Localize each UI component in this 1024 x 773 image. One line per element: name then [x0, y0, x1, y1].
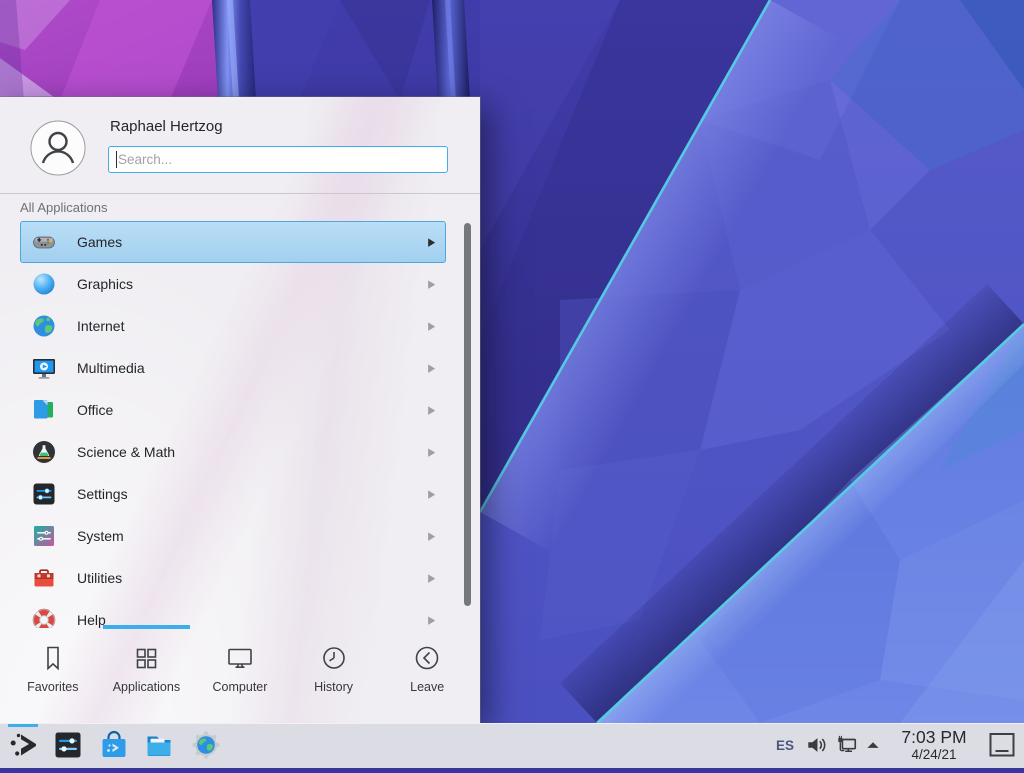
- menu-item-science-math[interactable]: Science & Math▶: [20, 431, 446, 473]
- application-launcher-popup: Raphael Hertzog All Applications Games▶G…: [0, 97, 480, 723]
- list-scrollbar[interactable]: [464, 223, 471, 606]
- menu-item-utilities[interactable]: Utilities▶: [20, 557, 446, 599]
- help-icon: [31, 607, 57, 628]
- search-input[interactable]: [108, 146, 448, 173]
- menu-item-internet[interactable]: Internet▶: [20, 305, 446, 347]
- tab-label: History: [314, 680, 353, 694]
- file-manager-button[interactable]: [143, 729, 175, 761]
- system-settings-icon: [52, 729, 84, 761]
- leave-icon: [412, 643, 442, 673]
- tab-computer[interactable]: Computer: [193, 635, 287, 715]
- network-icon[interactable]: [836, 734, 858, 756]
- clock-date: 4/24/21: [888, 747, 980, 762]
- section-label: All Applications: [20, 200, 107, 215]
- submenu-arrow-icon: ▶: [428, 613, 435, 626]
- science-icon: [31, 439, 57, 465]
- menu-item-settings[interactable]: Settings▶: [20, 473, 446, 515]
- volume-icon[interactable]: [806, 734, 828, 756]
- menu-item-multimedia[interactable]: Multimedia▶: [20, 347, 446, 389]
- menu-item-label: Graphics: [77, 276, 428, 292]
- submenu-arrow-icon: ▶: [428, 487, 435, 500]
- applications-icon: [131, 643, 161, 673]
- submenu-arrow-icon: ▶: [428, 403, 435, 416]
- search-field-wrap: [108, 146, 448, 173]
- menu-item-help[interactable]: Help▶: [20, 599, 446, 628]
- submenu-arrow-icon: ▶: [428, 319, 435, 332]
- taskbar-panel: ES 7:03 PM 4/24/21: [0, 723, 1024, 768]
- user-name: Raphael Hertzog: [110, 118, 223, 135]
- user-avatar[interactable]: [30, 120, 86, 176]
- submenu-arrow-icon: ▶: [428, 529, 435, 542]
- internet-icon: [31, 313, 57, 339]
- settings-icon: [31, 481, 57, 507]
- menu-item-label: Multimedia: [77, 360, 428, 376]
- history-icon: [319, 643, 349, 673]
- kde-launcher-icon: [8, 729, 40, 761]
- favorites-icon: [38, 643, 68, 673]
- footer-tabs: Favorites Applications Computer History Leav…: [6, 635, 474, 715]
- tab-leave[interactable]: Leave: [380, 635, 474, 715]
- show-desktop-button[interactable]: [988, 731, 1016, 759]
- games-icon: [31, 229, 57, 255]
- menu-item-games[interactable]: Games▶: [20, 221, 446, 263]
- menu-item-label: Settings: [77, 486, 428, 502]
- menu-item-office[interactable]: Office▶: [20, 389, 446, 431]
- tab-label: Computer: [213, 680, 268, 694]
- submenu-arrow-icon: ▶: [428, 361, 435, 374]
- office-icon: [31, 397, 57, 423]
- discover-icon: [98, 729, 130, 761]
- tab-history[interactable]: History: [287, 635, 381, 715]
- tab-label: Applications: [113, 680, 180, 694]
- web-browser-icon: [190, 729, 222, 761]
- menu-item-label: Science & Math: [77, 444, 428, 460]
- discover-button[interactable]: [98, 729, 130, 761]
- file-manager-icon: [143, 729, 175, 761]
- graphics-icon: [31, 271, 57, 297]
- expand-tray-icon[interactable]: [864, 736, 882, 758]
- active-tab-indicator: [103, 625, 190, 629]
- utilities-icon: [31, 565, 57, 591]
- kde-launcher-button[interactable]: [8, 729, 40, 761]
- menu-item-graphics[interactable]: Graphics▶: [20, 263, 446, 305]
- menu-item-system[interactable]: System▶: [20, 515, 446, 557]
- keyboard-layout-indicator[interactable]: ES: [776, 723, 794, 768]
- tab-favorites[interactable]: Favorites: [6, 635, 100, 715]
- menu-item-label: Internet: [77, 318, 428, 334]
- menu-item-label: Office: [77, 402, 428, 418]
- web-browser-button[interactable]: [190, 729, 222, 761]
- menu-item-label: System: [77, 528, 428, 544]
- submenu-arrow-icon: ▶: [428, 445, 435, 458]
- tab-applications[interactable]: Applications: [100, 635, 194, 715]
- clock-time: 7:03 PM: [888, 728, 980, 747]
- submenu-arrow-icon: ▶: [428, 571, 435, 584]
- submenu-arrow-icon: ▶: [428, 277, 435, 290]
- submenu-arrow-icon: ▶: [428, 235, 435, 248]
- text-cursor: [116, 151, 117, 168]
- tab-label: Leave: [410, 680, 444, 694]
- system-icon: [31, 523, 57, 549]
- computer-icon: [225, 643, 255, 673]
- system-settings-button[interactable]: [52, 729, 84, 761]
- app-list: Games▶Graphics▶Internet▶Multimedia▶Offic…: [20, 221, 446, 628]
- tab-label: Favorites: [27, 680, 78, 694]
- digital-clock[interactable]: 7:03 PM 4/24/21: [888, 728, 980, 762]
- multimedia-icon: [31, 355, 57, 381]
- header-separator: [0, 193, 480, 194]
- active-task-indicator: [8, 724, 38, 727]
- menu-item-label: Games: [77, 234, 428, 250]
- menu-item-label: Utilities: [77, 570, 428, 586]
